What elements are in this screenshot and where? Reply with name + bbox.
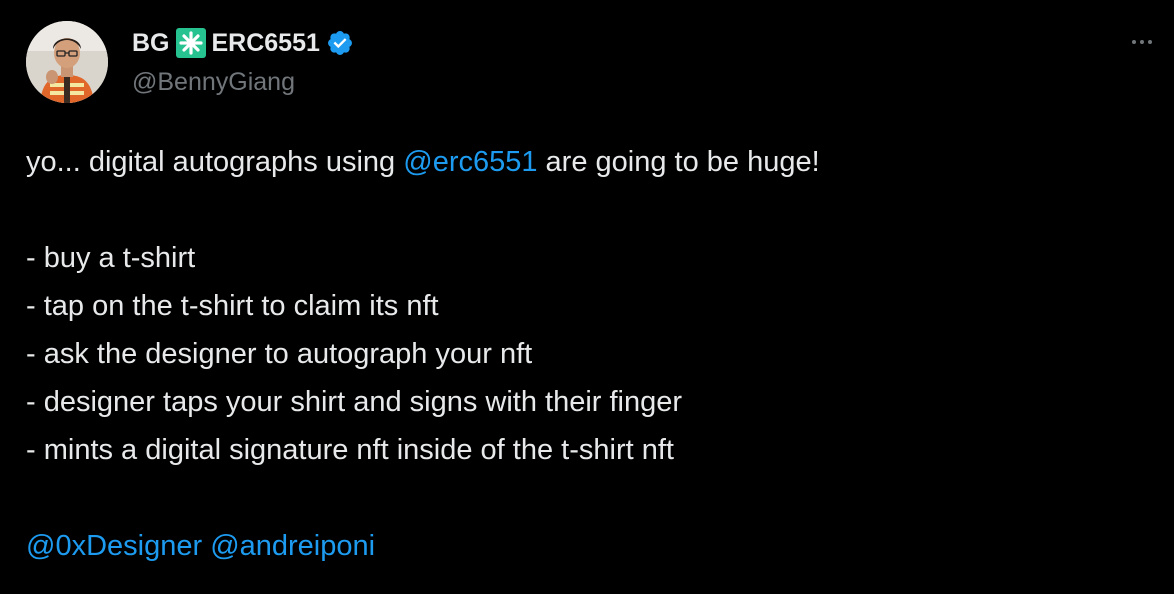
tweet-card: BG ERC6551 @BennyGiang yo... digital aut… xyxy=(0,0,1174,594)
list-item: - mints a digital signature nft inside o… xyxy=(26,434,674,466)
tweet-intro-prefix: yo... digital autographs using xyxy=(26,146,404,178)
more-dot xyxy=(1140,40,1144,44)
tweet-intro-suffix: are going to be huge! xyxy=(537,146,820,178)
mention-link-0xdesigner[interactable]: @0xDesigner xyxy=(26,530,202,562)
avatar-photo xyxy=(26,21,108,103)
tweet-text: yo... digital autographs using @erc6551 … xyxy=(26,138,1146,570)
mention-link-erc6551[interactable]: @erc6551 xyxy=(403,146,537,178)
display-name[interactable]: BG ERC6551 xyxy=(132,24,354,62)
list-item: - designer taps your shirt and signs wit… xyxy=(26,386,683,418)
tweet-header: BG ERC6551 @BennyGiang xyxy=(132,24,354,104)
more-dot xyxy=(1148,40,1152,44)
tweet-mentions: @0xDesigner @andreiponi xyxy=(26,522,1146,570)
list-item: - buy a t-shirt xyxy=(26,242,196,274)
list-item: - ask the designer to autograph your nft xyxy=(26,338,533,370)
display-name-right: ERC6551 xyxy=(211,29,320,57)
eight-spoked-asterisk-icon xyxy=(175,28,206,58)
avatar[interactable] xyxy=(26,21,108,103)
more-dot xyxy=(1132,40,1136,44)
user-handle[interactable]: @BennyGiang xyxy=(132,64,354,100)
display-name-left: BG xyxy=(132,29,170,57)
more-options-icon[interactable] xyxy=(1124,30,1160,54)
tweet-line-intro: yo... digital autographs using @erc6551 … xyxy=(26,138,1146,186)
verified-badge-icon[interactable] xyxy=(326,29,354,57)
list-item: - tap on the t-shirt to claim its nft xyxy=(26,290,439,322)
mention-link-andreiponi[interactable]: @andreiponi xyxy=(210,530,375,562)
